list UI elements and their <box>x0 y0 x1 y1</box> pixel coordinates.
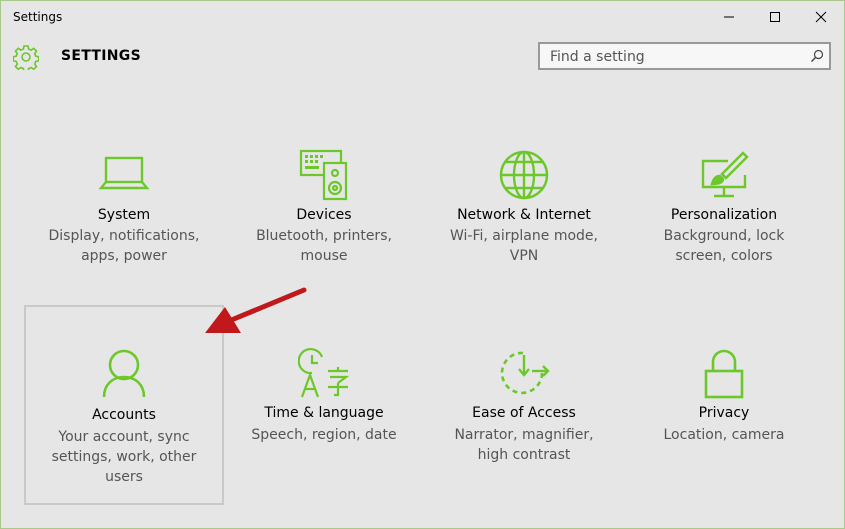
maximize-button[interactable] <box>752 1 798 33</box>
minimize-button[interactable] <box>706 1 752 33</box>
person-icon <box>102 349 146 398</box>
category-description: Narrator, magnifier, high contrast <box>454 427 594 463</box>
close-icon <box>815 11 827 23</box>
page-title: SETTINGS <box>61 48 141 64</box>
maximize-icon <box>770 12 780 22</box>
category-description: Background, lock screen, colors <box>663 228 785 264</box>
ease-of-access-icon <box>500 351 550 395</box>
category-description: Wi-Fi, airplane mode, VPN <box>450 228 598 264</box>
time-language-icon <box>298 347 350 398</box>
category-name: Accounts <box>92 407 156 423</box>
red-arrow-icon <box>205 287 307 333</box>
globe-icon <box>499 150 549 200</box>
search-box[interactable] <box>538 42 831 70</box>
category-description: Speech, region, date <box>251 427 397 443</box>
gear-icon <box>13 45 39 70</box>
category-description: Location, camera <box>663 427 785 443</box>
personalization-icon <box>701 151 749 198</box>
devices-icon <box>299 149 348 201</box>
category-name: Network & Internet <box>457 207 591 223</box>
category-name: Privacy <box>698 405 750 421</box>
close-button[interactable] <box>798 1 844 33</box>
category-name: Devices <box>296 207 352 223</box>
window-title: Settings <box>13 10 63 24</box>
category-name: Ease of Access <box>472 405 576 421</box>
category-privacy[interactable]: Privacy Location, camera <box>624 305 824 505</box>
search-input[interactable] <box>548 47 802 67</box>
category-network-internet[interactable]: Network & Internet Wi-Fi, airplane mode,… <box>424 131 624 331</box>
category-ease-of-access[interactable]: Ease of Access Narrator, magnifier, high… <box>424 305 624 505</box>
search-icon[interactable] <box>810 49 824 63</box>
category-personalization[interactable]: Personalization Background, lock screen,… <box>624 131 824 331</box>
lock-icon <box>704 349 744 399</box>
category-description: Display, notifications, apps, power <box>48 228 200 264</box>
settings-window: Settings SETTINGS System <box>0 0 845 529</box>
category-name: Time & language <box>264 405 384 421</box>
laptop-icon <box>98 156 150 190</box>
category-description: Your account, sync settings, work, other… <box>51 429 197 485</box>
minimize-icon <box>724 16 734 18</box>
category-name: Personalization <box>670 207 778 223</box>
category-name: System <box>97 207 151 223</box>
category-description: Bluetooth, printers, mouse <box>256 228 392 264</box>
title-bar[interactable]: Settings <box>1 1 844 33</box>
